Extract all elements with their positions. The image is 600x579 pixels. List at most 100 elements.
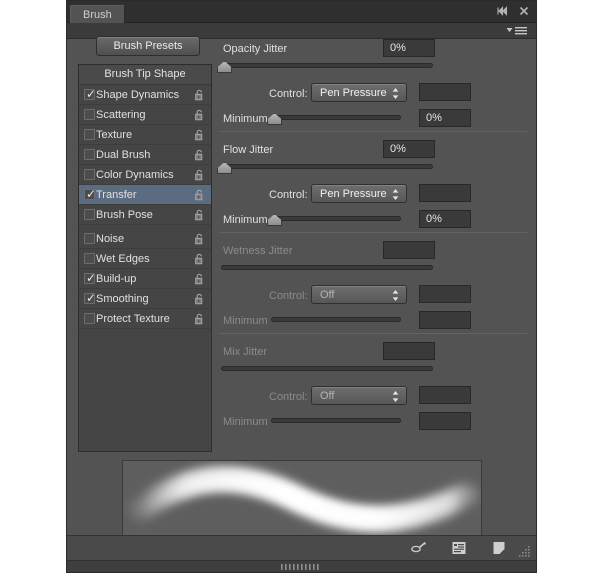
new-brush-preset-icon[interactable] xyxy=(490,539,508,557)
checkbox-noise[interactable] xyxy=(84,233,95,244)
minimum-value-field[interactable] xyxy=(419,311,471,329)
jitter-slider-track[interactable] xyxy=(221,164,433,169)
tab-brush[interactable]: Brush xyxy=(70,5,125,24)
jitter-slider-track[interactable] xyxy=(221,63,433,68)
list-item[interactable]: ✓ Shape Dynamics xyxy=(79,85,211,105)
jitter-slider-track[interactable] xyxy=(221,265,433,270)
checkbox-color-dynamics[interactable] xyxy=(84,169,95,180)
checkbox-dual-brush[interactable] xyxy=(84,149,95,160)
chevron-updown-icon[interactable] xyxy=(392,87,399,100)
brush-tip-shape-header[interactable]: Brush Tip Shape xyxy=(79,65,211,85)
unlock-icon[interactable] xyxy=(194,109,205,121)
unlock-icon[interactable] xyxy=(194,89,205,101)
control-select-value: Off xyxy=(320,289,335,301)
section-title: Flow Jitter xyxy=(223,144,274,156)
list-item[interactable]: Texture xyxy=(79,125,211,145)
checkbox-build-up[interactable]: ✓ xyxy=(84,272,96,284)
checkbox-texture[interactable] xyxy=(84,129,95,140)
toggle-brush-settings-icon[interactable] xyxy=(410,539,428,557)
list-item[interactable]: ✓ Transfer xyxy=(79,185,211,205)
resize-grip-icon[interactable] xyxy=(518,544,532,558)
unlock-icon[interactable] xyxy=(194,189,205,201)
checkbox-smoothing[interactable]: ✓ xyxy=(84,291,97,305)
list-item-label: Protect Texture xyxy=(96,313,170,325)
settings-section: Mix Jitter Control: Off Minimum xyxy=(219,333,527,434)
minimum-slider-track[interactable] xyxy=(271,115,401,120)
list-item[interactable]: ✓ Build-up xyxy=(79,269,211,289)
minimum-label: Minimum xyxy=(223,315,268,327)
footer-icon-group xyxy=(410,539,508,557)
list-item[interactable]: Protect Texture xyxy=(79,309,211,329)
unlock-icon[interactable] xyxy=(194,293,205,305)
jitter-value-field[interactable] xyxy=(383,342,435,360)
list-item[interactable]: Dual Brush xyxy=(79,145,211,165)
unlock-icon[interactable] xyxy=(194,273,205,285)
control-select-value: Pen Pressure xyxy=(320,188,387,200)
minimum-slider-track[interactable] xyxy=(271,418,401,423)
control-select[interactable]: Pen Pressure xyxy=(311,184,407,203)
list-item-label: Color Dynamics xyxy=(96,169,174,181)
minimum-slider-track[interactable] xyxy=(271,317,401,322)
brush-presets-button[interactable]: Brush Presets xyxy=(96,36,200,56)
control-select[interactable]: Off xyxy=(311,285,407,304)
chevron-updown-icon[interactable] xyxy=(392,289,399,302)
brush-stroke-shape xyxy=(127,466,479,533)
jitter-slider-track[interactable] xyxy=(221,366,433,371)
brush-stroke-preview xyxy=(122,460,482,543)
list-item[interactable]: Color Dynamics xyxy=(79,165,211,185)
transfer-settings-column: Opacity Jitter 0% Control: Pen Pressure … xyxy=(217,31,527,441)
list-item[interactable]: Scattering xyxy=(79,105,211,125)
unlock-icon[interactable] xyxy=(194,209,205,221)
control-select[interactable]: Pen Pressure xyxy=(311,83,407,102)
unlock-icon[interactable] xyxy=(194,313,205,325)
list-item[interactable]: Noise xyxy=(79,229,211,249)
control-extra-field[interactable] xyxy=(419,184,471,202)
list-item-label: Texture xyxy=(96,129,133,141)
checkbox-wet-edges[interactable] xyxy=(84,253,95,264)
minimum-label: Minimum xyxy=(223,113,268,125)
brush-panel: Brush Brush Presets Brush Tip Shape ✓ Sha… xyxy=(66,0,537,573)
check-icon: ✓ xyxy=(86,291,97,305)
unlock-icon[interactable] xyxy=(194,129,205,141)
checkbox-scattering[interactable] xyxy=(84,109,95,120)
control-extra-field[interactable] xyxy=(419,285,471,303)
brush-options-list[interactable]: Brush Tip Shape ✓ Shape Dynamics Scatterin… xyxy=(78,64,212,452)
checkbox-shape-dynamics[interactable]: ✓ xyxy=(84,88,96,100)
checkbox-transfer[interactable]: ✓ xyxy=(84,188,96,200)
unlock-icon[interactable] xyxy=(194,169,205,181)
minimum-label: Minimum xyxy=(223,214,268,226)
minimum-value-field[interactable] xyxy=(419,412,471,430)
brush-preset-picker-icon[interactable] xyxy=(450,539,468,557)
unlock-icon[interactable] xyxy=(194,233,205,245)
list-item-label: Wet Edges xyxy=(96,253,150,265)
control-extra-field[interactable] xyxy=(419,83,471,101)
list-item-label: Smoothing xyxy=(96,293,149,305)
control-label: Control: xyxy=(269,290,308,302)
chevron-updown-icon[interactable] xyxy=(392,390,399,403)
unlock-icon[interactable] xyxy=(194,149,205,161)
minimum-value-field[interactable]: 0% xyxy=(419,109,471,127)
control-select[interactable]: Off xyxy=(311,386,407,405)
jitter-value-field[interactable]: 0% xyxy=(383,39,435,57)
collapse-icon[interactable] xyxy=(496,5,508,17)
list-item-label: Scattering xyxy=(96,109,146,121)
panel-drag-grip-icon[interactable] xyxy=(280,564,323,570)
unlock-icon[interactable] xyxy=(194,253,205,265)
control-label: Control: xyxy=(269,88,308,100)
close-icon[interactable] xyxy=(518,5,530,17)
checkbox-brush-pose[interactable] xyxy=(84,209,95,220)
list-item[interactable]: Brush Pose xyxy=(79,205,211,225)
list-item[interactable]: Wet Edges xyxy=(79,249,211,269)
settings-section: Wetness Jitter Control: Off Minimum xyxy=(219,232,527,333)
checkbox-protect-texture[interactable] xyxy=(84,313,95,324)
list-item[interactable]: ✓ Smoothing xyxy=(79,289,211,309)
minimum-slider-track[interactable] xyxy=(271,216,401,221)
control-extra-field[interactable] xyxy=(419,386,471,404)
minimum-value-field[interactable]: 0% xyxy=(419,210,471,228)
control-label: Control: xyxy=(269,189,308,201)
list-item-label: Noise xyxy=(96,233,125,245)
chevron-updown-icon[interactable] xyxy=(392,188,399,201)
jitter-value-field[interactable] xyxy=(383,241,435,259)
jitter-value-field[interactable]: 0% xyxy=(383,140,435,158)
list-item-label: Dual Brush xyxy=(96,149,151,161)
